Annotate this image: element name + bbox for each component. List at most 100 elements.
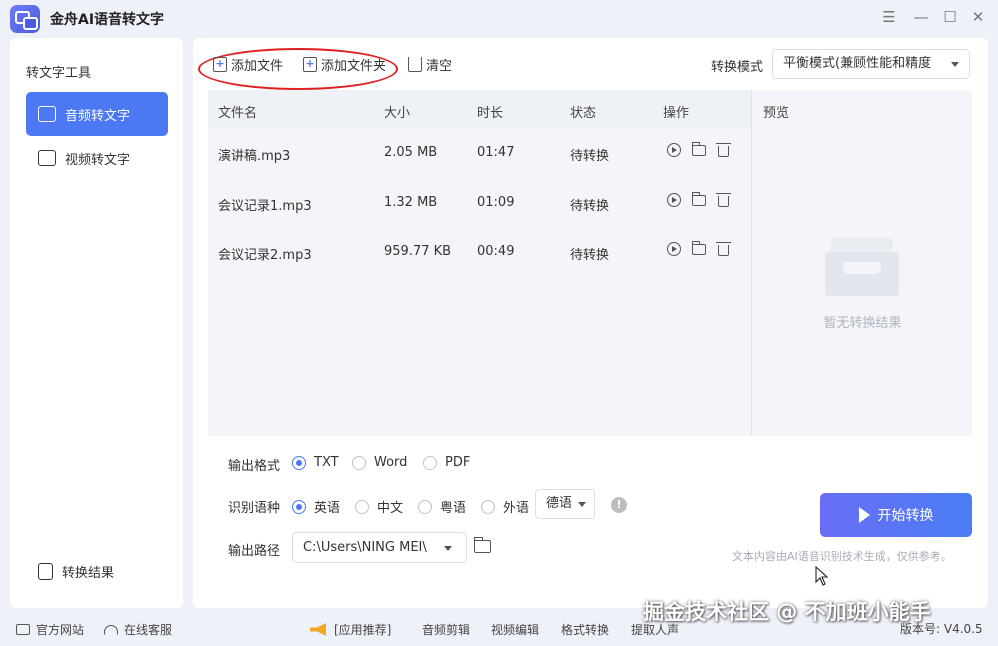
add-folder-button[interactable]: + 添加文件夹	[303, 55, 386, 74]
clear-button[interactable]: 清空	[408, 55, 452, 74]
format-convert-link[interactable]: 格式转换	[561, 621, 609, 638]
support-link[interactable]: 在线客服	[104, 621, 172, 638]
sidebar-item-results[interactable]: 转换结果	[26, 549, 168, 593]
title-bar: 金舟AI语音转文字 ☰ — ☐ ✕	[0, 0, 998, 36]
radio-label: Word	[374, 455, 408, 470]
file-duration: 01:09	[477, 195, 515, 210]
website-label: 官方网站	[36, 623, 85, 637]
empty-state-text: 暂无转换结果	[823, 316, 902, 331]
mouse-cursor-icon	[815, 566, 829, 586]
sidebar-item-label: 音频转文字	[65, 108, 131, 124]
video-to-text-icon	[38, 150, 56, 166]
format-radio-pdf[interactable]: PDF	[423, 455, 470, 470]
maximize-icon[interactable]: ☐	[941, 8, 959, 26]
table-row[interactable]: 会议记录2.mp3 959.77 KB 00:49 待转换	[208, 228, 751, 277]
table-row[interactable]: 会议记录1.mp3 1.32 MB 01:09 待转换	[208, 179, 751, 228]
website-link[interactable]: 官方网站	[16, 621, 84, 638]
clear-label: 清空	[426, 59, 453, 74]
add-folder-icon: +	[303, 57, 317, 72]
main-panel: + 添加文件 + 添加文件夹 清空 转换模式 平衡模式(兼顾性能和精度 文件名 …	[193, 38, 988, 608]
output-format-label: 输出格式	[228, 459, 281, 474]
radio-label: 中文	[377, 501, 404, 516]
file-duration: 01:47	[477, 145, 515, 160]
monitor-icon	[16, 624, 30, 635]
sidebar-item-label: 视频转文字	[65, 152, 131, 168]
file-name: 会议记录2.mp3	[218, 248, 312, 263]
empty-inbox-icon	[825, 238, 899, 296]
audio-edit-link[interactable]: 音频剪辑	[422, 621, 470, 638]
play-icon	[858, 507, 870, 523]
file-name: 演讲稿.mp3	[218, 149, 291, 164]
trash-icon[interactable]	[716, 242, 731, 256]
radio-dot	[423, 455, 437, 470]
minimize-icon[interactable]: —	[912, 8, 930, 26]
mode-select[interactable]: 平衡模式(兼顾性能和精度	[772, 49, 970, 79]
radio-dot	[352, 455, 366, 470]
menu-icon[interactable]: ☰	[880, 8, 898, 26]
radio-label: 外语	[503, 501, 530, 516]
radio-dot	[292, 455, 306, 470]
foreign-language-select[interactable]: 德语	[535, 489, 595, 519]
chevron-down-icon	[951, 62, 959, 67]
start-convert-button[interactable]: 开始转换	[820, 493, 972, 537]
start-label: 开始转换	[877, 508, 934, 524]
app-recommend: [应用推荐]	[310, 621, 391, 638]
radio-dot	[418, 499, 432, 514]
radio-label: 英语	[314, 501, 341, 516]
mode-label: 转换模式	[711, 60, 764, 75]
preview-title: 预览	[763, 106, 790, 121]
format-radio-txt[interactable]: TXT	[292, 455, 339, 470]
radio-label: 粤语	[440, 501, 467, 516]
table-row[interactable]: 演讲稿.mp3 2.05 MB 01:47 待转换	[208, 129, 751, 178]
play-icon[interactable]	[667, 242, 681, 256]
lang-radio-chinese[interactable]: 中文	[355, 497, 403, 516]
file-name: 会议记录1.mp3	[218, 199, 312, 214]
add-file-label: 添加文件	[231, 59, 284, 74]
app-title: 金舟AI语音转文字	[50, 12, 165, 28]
add-file-button[interactable]: + 添加文件	[213, 55, 283, 74]
play-icon[interactable]	[667, 143, 681, 157]
trash-icon[interactable]	[716, 143, 731, 157]
trash-icon[interactable]	[716, 193, 731, 207]
folder-icon[interactable]	[691, 241, 706, 255]
radio-label: TXT	[314, 455, 339, 470]
close-icon[interactable]: ✕	[969, 8, 987, 26]
lang-radio-cantonese[interactable]: 粤语	[418, 497, 466, 516]
video-edit-link[interactable]: 视频编辑	[491, 621, 539, 638]
column-header: 大小	[384, 106, 411, 121]
browse-folder-icon[interactable]	[473, 537, 491, 553]
output-path-label: 输出路径	[228, 544, 281, 559]
folder-icon[interactable]	[691, 142, 706, 156]
column-header: 操作	[663, 106, 690, 121]
file-status: 待转换	[570, 149, 610, 164]
document-icon	[38, 562, 53, 580]
sidebar-item-audio-to-text[interactable]: 音频转文字	[26, 92, 168, 136]
output-path-value: C:\Users\NING MEI\	[303, 540, 427, 555]
folder-icon[interactable]	[691, 192, 706, 206]
lang-radio-english[interactable]: 英语	[292, 497, 340, 516]
sidebar-title: 转文字工具	[26, 66, 92, 81]
sidebar-item-video-to-text[interactable]: 视频转文字	[26, 136, 168, 180]
output-path-select[interactable]: C:\Users\NING MEI\	[292, 532, 467, 563]
disclaimer-text: 文本内容由AI语音识别技术生成，仅供参考。	[732, 550, 952, 563]
sidebar: 转文字工具 音频转文字 视频转文字 转换结果	[10, 38, 183, 608]
language-label: 识别语种	[228, 501, 281, 516]
column-header: 状态	[570, 106, 597, 121]
play-icon[interactable]	[667, 193, 681, 207]
foreign-language-value: 德语	[546, 496, 573, 511]
radio-dot	[355, 499, 369, 514]
column-header: 时长	[477, 106, 504, 121]
chevron-down-icon	[444, 546, 452, 551]
mode-value: 平衡模式(兼顾性能和精度	[783, 56, 932, 71]
lang-radio-foreign[interactable]: 外语	[481, 497, 529, 516]
chevron-down-icon	[578, 502, 586, 507]
add-file-icon: +	[213, 57, 227, 72]
file-status: 待转换	[570, 248, 610, 263]
format-radio-word[interactable]: Word	[352, 455, 407, 470]
support-label: 在线客服	[124, 623, 173, 637]
file-status: 待转换	[570, 199, 610, 214]
info-icon[interactable]: !	[611, 497, 627, 513]
megaphone-icon	[310, 623, 326, 636]
trash-icon	[408, 57, 422, 72]
headset-icon	[104, 624, 118, 635]
